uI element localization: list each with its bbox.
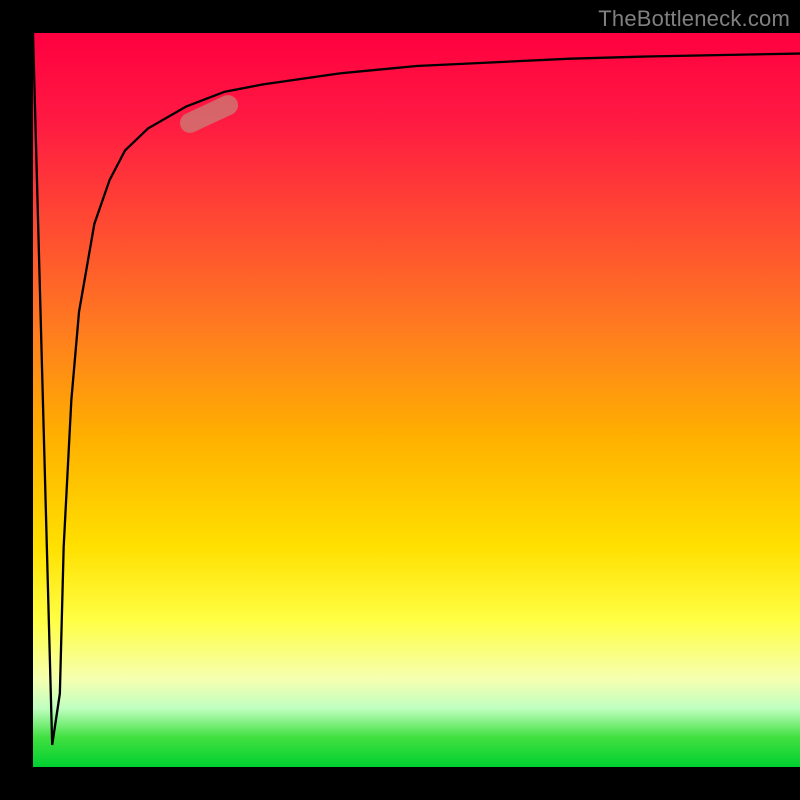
attribution-text: TheBottleneck.com <box>598 6 790 32</box>
bottleneck-curve <box>33 33 800 767</box>
chart-container: TheBottleneck.com <box>0 0 800 800</box>
plot-area <box>33 33 800 767</box>
